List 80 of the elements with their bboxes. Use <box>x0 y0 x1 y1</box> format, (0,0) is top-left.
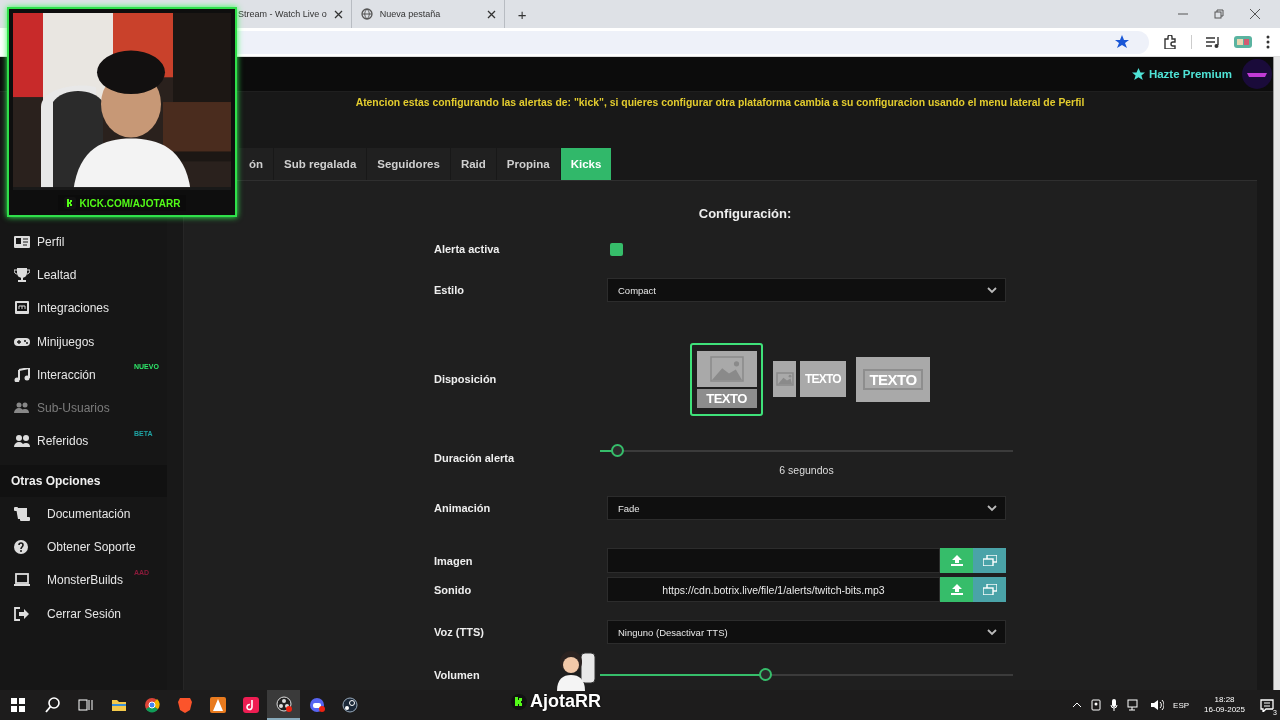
sidebar-item[interactable]: Documentación <box>0 497 167 531</box>
field-label: Duración alerta <box>434 451 516 464</box>
slider-value: 6 segundos <box>778 464 835 476</box>
music-note-icon <box>14 367 30 382</box>
globe-icon <box>360 8 373 20</box>
users-icon <box>14 434 30 449</box>
speaker-icon[interactable] <box>1150 699 1165 711</box>
dropdown[interactable]: Compact <box>607 278 1006 302</box>
sidebar-item[interactable]: Perfil <box>0 225 167 259</box>
notification-icon <box>1260 698 1274 712</box>
upload-icon <box>950 555 963 566</box>
field-label: Estilo <box>434 284 465 296</box>
users-icon <box>14 401 30 416</box>
restore-icon[interactable] <box>1214 9 1224 19</box>
language-indicator[interactable]: ESP <box>1173 700 1190 710</box>
address-field[interactable] <box>237 30 1149 54</box>
field-label: Voz (TTS) <box>434 626 485 638</box>
alert-tab[interactable]: Sub regalada <box>274 148 367 180</box>
star-icon <box>1131 67 1145 81</box>
field-label: Sonido <box>434 583 473 596</box>
premium-link[interactable]: Hazte Premium <box>1131 67 1232 81</box>
gallery-icon <box>982 584 997 595</box>
logout-icon <box>14 606 30 621</box>
url-field[interactable]: https://cdn.botrix.live/file/1/alerts/twitch-bits.mp3 <box>607 577 940 602</box>
close-icon[interactable] <box>333 9 343 19</box>
id-card-icon <box>14 234 30 249</box>
record-icon[interactable] <box>267 690 300 720</box>
clock-date[interactable]: 16-09-2025 <box>1204 705 1245 715</box>
caret-icon <box>987 286 997 294</box>
alert-tab[interactable]: Propina <box>496 148 560 180</box>
url-field[interactable] <box>607 548 940 573</box>
camera-icon[interactable] <box>1091 699 1102 711</box>
dropdown[interactable]: Ninguno (Desactivar TTS) <box>607 620 1006 644</box>
slider-thumb[interactable] <box>610 444 624 457</box>
sidebar-item[interactable]: Lealtad <box>0 258 167 292</box>
media-icon[interactable] <box>1206 35 1220 49</box>
menu-icon[interactable] <box>1266 35 1270 49</box>
slider-thumb[interactable] <box>759 668 773 681</box>
close-icon[interactable] <box>1250 9 1260 19</box>
kick-logo-icon <box>63 197 76 209</box>
scrollbar[interactable] <box>1273 57 1280 690</box>
microphone-icon[interactable] <box>1110 699 1119 711</box>
sidebar-item[interactable]: Integraciones <box>0 291 167 325</box>
sidebar-item[interactable]: Cerrar Sesión <box>0 596 167 631</box>
alert-tab[interactable]: Seguidores <box>367 148 450 180</box>
star-icon[interactable] <box>1115 35 1129 49</box>
sidebar-item[interactable]: Obtener Soporte <box>0 530 167 564</box>
help-icon <box>14 540 30 554</box>
laptop-icon <box>14 573 30 588</box>
upload-icon <box>950 584 963 595</box>
new-tab-button[interactable]: + <box>511 5 533 23</box>
field-label: Alerta activa <box>434 243 501 255</box>
kick-logo-icon <box>511 693 527 710</box>
trophy-icon <box>14 267 30 282</box>
field-label: Volumen <box>434 669 481 681</box>
chevron-up-icon[interactable] <box>1072 702 1083 708</box>
alert-tab[interactable]: ón <box>239 148 274 180</box>
puzzle-icon[interactable] <box>1163 35 1177 49</box>
caret-icon <box>987 504 997 512</box>
field-label: Imagen <box>434 554 474 567</box>
checkbox[interactable] <box>610 242 623 256</box>
dropdown[interactable]: Fade <box>607 496 1006 520</box>
panel-title: Configuración: <box>697 206 793 222</box>
image-icon <box>775 372 794 386</box>
scroll-icon <box>14 506 30 521</box>
section-heading: Otras Opciones <box>0 465 167 498</box>
notice-text: Atencion estas configurando las alertas de: "kick", si quieres configurar otra plataforma cambia a su configuracion usando el menu lateral de Perfil <box>355 97 1085 108</box>
image-icon <box>709 355 744 382</box>
field-label: Animación <box>434 502 492 514</box>
window-icon <box>14 301 30 316</box>
streamer-name: AjotaRR <box>530 691 601 712</box>
sidebar-item[interactable]: Minijuegos <box>0 324 167 359</box>
gallery-icon <box>982 555 997 566</box>
clock-time[interactable]: 18:28 <box>1214 695 1235 705</box>
avatar-icon[interactable] <box>1242 59 1272 89</box>
profile-icon[interactable] <box>1234 35 1252 49</box>
caret-icon <box>987 628 997 636</box>
field-label: Disposición <box>434 373 498 385</box>
alert-tab[interactable]: Raid <box>450 148 496 180</box>
close-icon[interactable] <box>486 9 496 19</box>
